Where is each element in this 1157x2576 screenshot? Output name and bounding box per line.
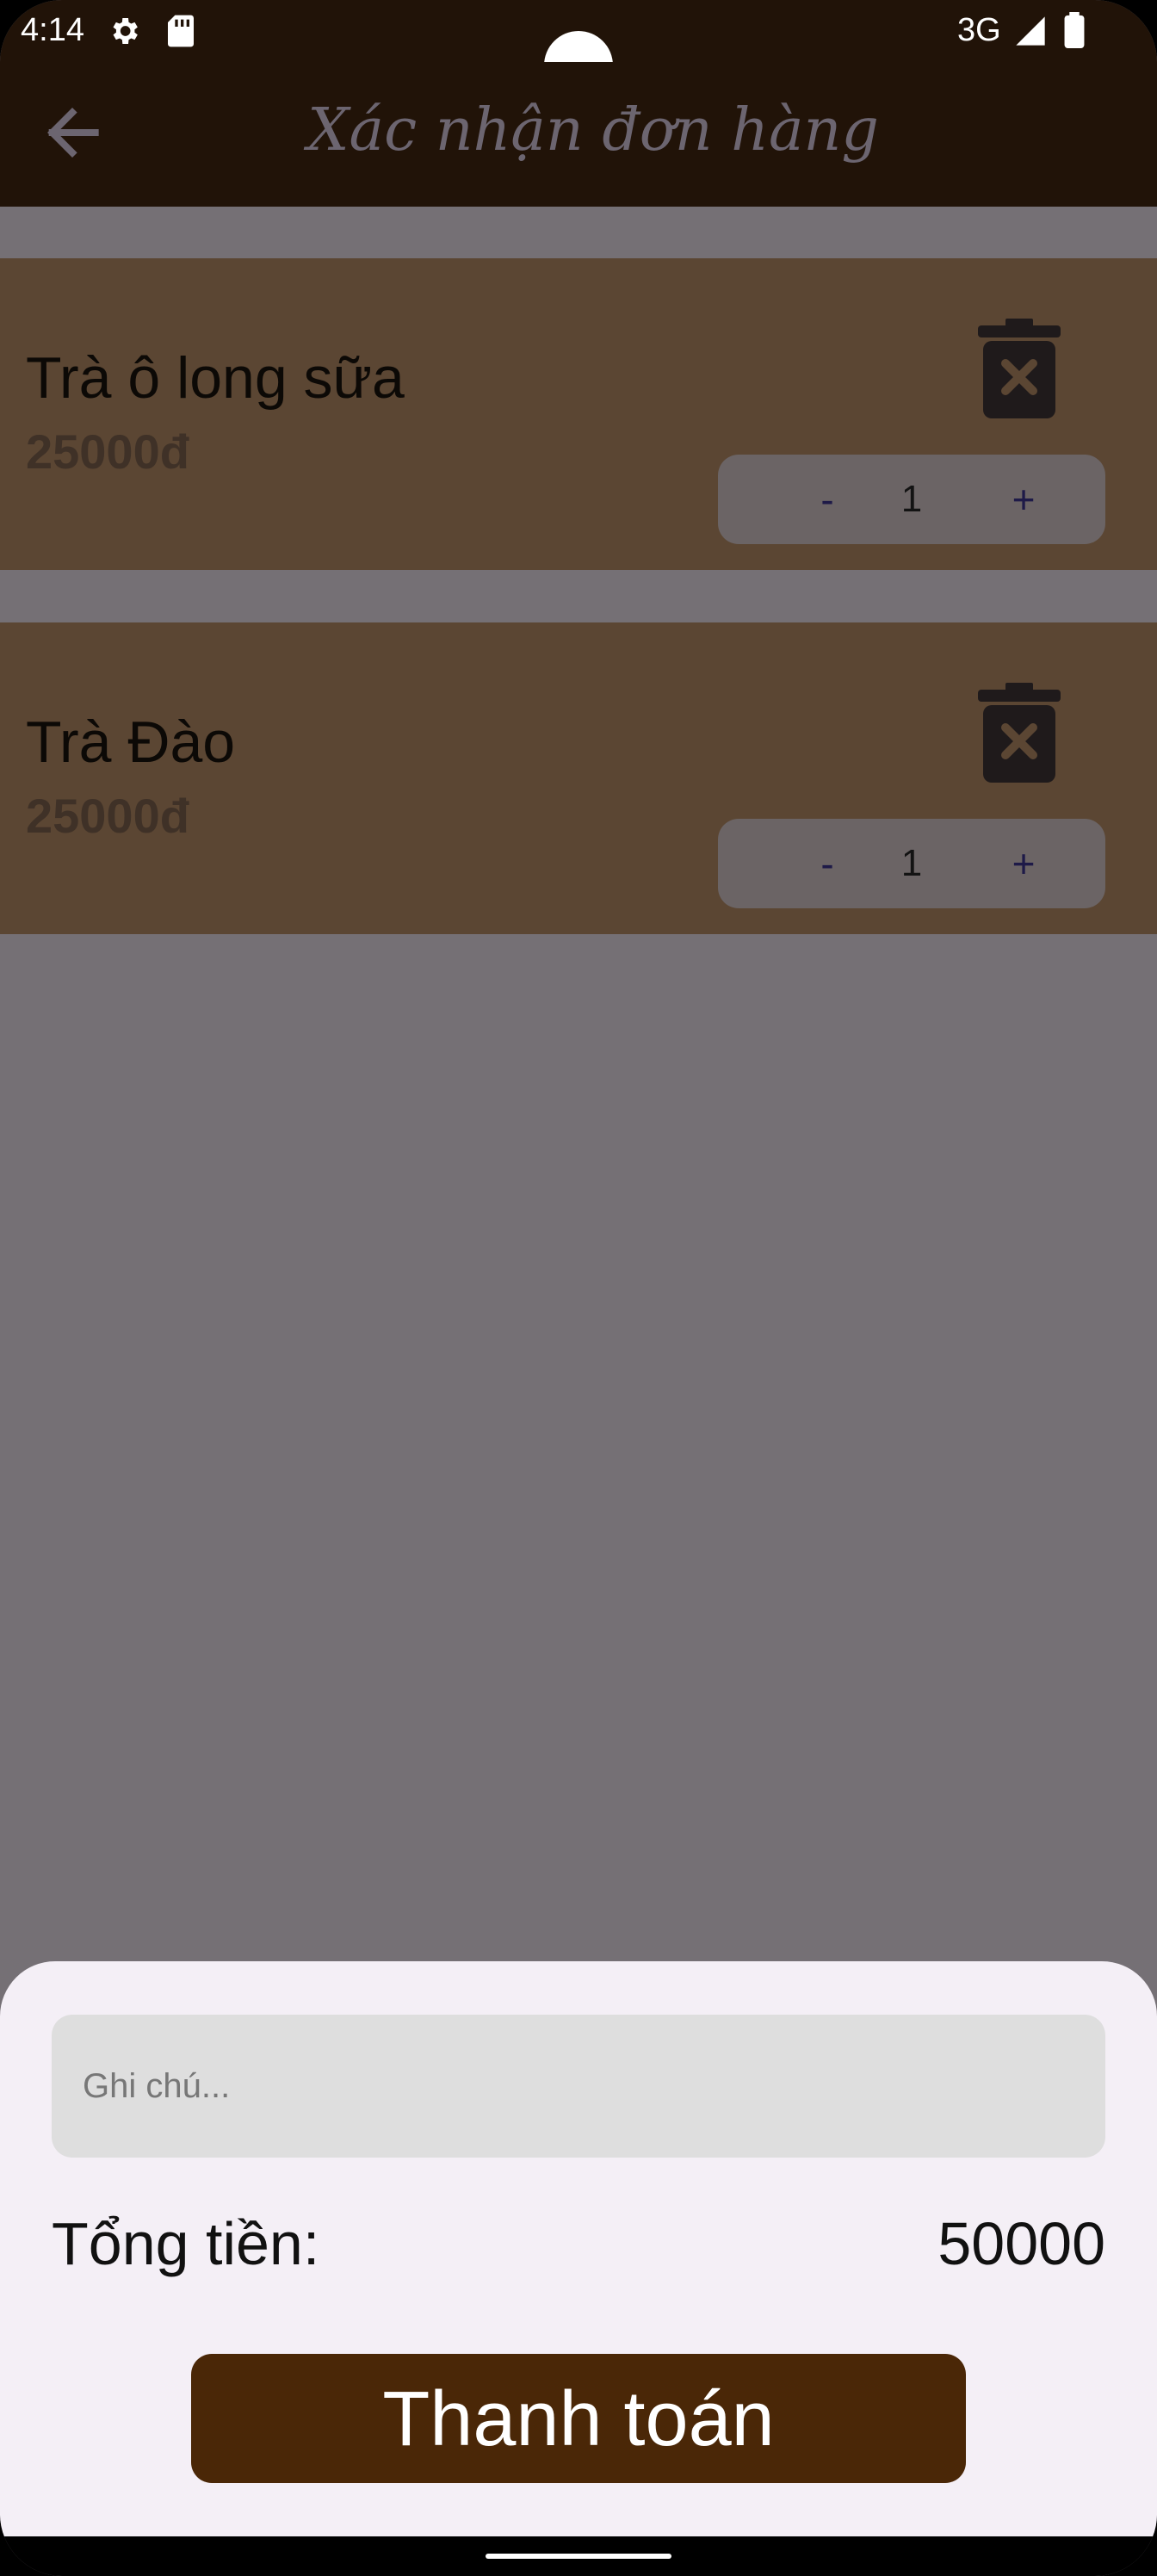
battery-icon (1064, 12, 1085, 48)
item-price: 25000đ (26, 789, 189, 843)
screen: 4:14 3G Xác nhận đơn hàng Trà ô long sữa… (0, 0, 1157, 2576)
cart-item: Trà Đào 25000đ - 1 + (0, 622, 1157, 934)
quantity-stepper: - 1 + (718, 819, 1105, 908)
quantity-value: 1 (900, 842, 923, 884)
status-time: 4:14 (21, 12, 84, 48)
sd-card-icon (168, 15, 194, 47)
quantity-stepper: - 1 + (718, 455, 1105, 544)
quantity-value: 1 (900, 478, 923, 520)
increase-button[interactable]: + (985, 455, 1062, 544)
total-value: 50000 (937, 2210, 1105, 2277)
delete-icon[interactable] (978, 683, 1061, 783)
network-type: 3G (957, 12, 1001, 48)
navigation-bar (0, 2536, 1157, 2576)
item-name: Trà ô long sữa (26, 345, 405, 411)
decrease-button[interactable]: - (789, 819, 866, 908)
app-bar: Xác nhận đơn hàng (0, 62, 1157, 207)
pay-button[interactable]: Thanh toán (191, 2354, 966, 2483)
home-handle[interactable] (486, 2554, 671, 2559)
checkout-sheet: Tổng tiền: 50000 Thanh toán (0, 1961, 1157, 2536)
decrease-button[interactable]: - (789, 455, 866, 544)
item-price: 25000đ (26, 424, 189, 479)
signal-icon (1016, 16, 1045, 46)
total-label: Tổng tiền: (52, 2210, 320, 2277)
gear-icon (113, 18, 138, 44)
cart-item: Trà ô long sữa 25000đ - 1 + (0, 258, 1157, 570)
note-input[interactable] (52, 2015, 1105, 2158)
item-name: Trà Đào (26, 709, 236, 775)
increase-button[interactable]: + (985, 819, 1062, 908)
delete-icon[interactable] (978, 319, 1061, 418)
page-title: Xác nhận đơn hàng (307, 96, 879, 164)
